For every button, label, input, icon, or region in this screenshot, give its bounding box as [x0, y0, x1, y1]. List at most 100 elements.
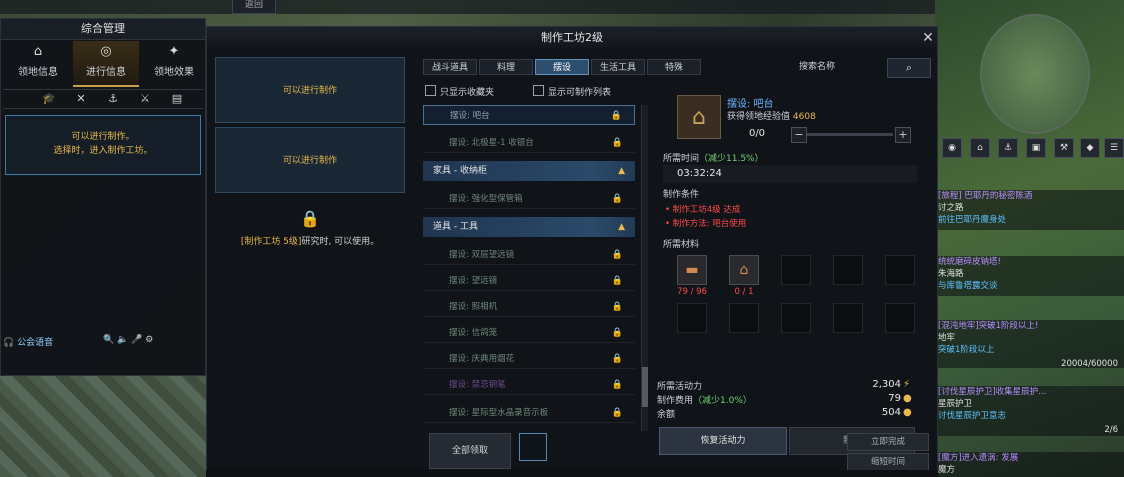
quest-entry[interactable]: [讨伐星辰护卫]收集星辰护... 星辰护卫 讨伐星辰护卫意志 2/6: [938, 386, 1124, 436]
material-bundle-icon[interactable]: ⌂: [729, 255, 759, 285]
minimap[interactable]: [980, 14, 1090, 134]
town-terrain: [0, 376, 210, 477]
material-slot: [885, 303, 915, 333]
tab-territory-info[interactable]: ⌂ 领地信息: [5, 41, 71, 85]
sparkle-icon: ✦: [168, 44, 180, 59]
quantity-value: 0/0: [748, 128, 766, 139]
material-slot: [833, 255, 863, 285]
quantity-slider[interactable]: [807, 133, 893, 136]
category-header-tools[interactable]: 道具 - 工具 ▲: [423, 217, 635, 237]
craft-slot-2[interactable]: 可以进行制作: [215, 127, 405, 193]
panel-title: 综合管理: [1, 19, 205, 40]
management-panel: 综合管理 ⌂ 领地信息 ◎ 进行信息 ✦ 领地效果 🎓 ✕ ⚓ ⚔ ▤ 可以进行…: [0, 18, 206, 376]
top-toolbar: 返回: [0, 0, 935, 14]
quest-entry[interactable]: 统统磨碎皮钠塔! 朱海路 与库鲁塔露交谈: [938, 256, 1124, 296]
tab-territory-effect[interactable]: ✦ 领地效果: [141, 41, 207, 85]
claim-slot[interactable]: [519, 433, 547, 461]
condition-workshop-level: 制作工坊4级 达成: [665, 203, 741, 215]
balance-label: 余额: [657, 410, 676, 420]
craft-slot-1[interactable]: 可以进行制作: [215, 57, 405, 123]
craftable-only-checkbox[interactable]: 显示可制作列表: [533, 85, 611, 99]
favorites-only-checkbox[interactable]: 只显示收藏夹: [425, 85, 494, 99]
instant-complete-button[interactable]: 立即完成: [847, 433, 929, 451]
lock-icon: 🔒: [611, 250, 623, 260]
graduation-cap-icon[interactable]: 🎓: [33, 90, 65, 108]
crafting-available-notice[interactable]: 可以进行制作。 选择时，进入制作工坊。: [5, 115, 201, 175]
anchor-icon[interactable]: ⚓: [97, 90, 129, 108]
tab-label: 领地信息: [18, 67, 58, 78]
scrollbar-thumb[interactable]: [642, 367, 648, 407]
quest-entry[interactable]: [混沌地牢]突破1阶段以上! 地牢 突破1阶段以上 20004/60000: [938, 320, 1124, 369]
checkbox-label: 显示可制作列表: [548, 88, 612, 98]
item-name: 摆设: 吧台: [727, 99, 774, 110]
territory-exp: 获得领地经验值 4608: [727, 112, 816, 122]
voice-controls-icon[interactable]: 🔍 🔈 🎤 ⚙: [103, 335, 153, 345]
ship-icon[interactable]: ⚓: [998, 138, 1018, 158]
list-item[interactable]: 摆设: 北极星-1 收银台 🔒: [423, 133, 635, 153]
tab-progress-info[interactable]: ◎ 进行信息: [73, 41, 139, 87]
lock-icon: 🔒: [611, 138, 623, 148]
sub-tab-bar: 🎓 ✕ ⚓ ⚔ ▤: [3, 89, 203, 109]
top-back-button[interactable]: 返回: [232, 0, 276, 14]
material-1-count: 79 / 96: [677, 287, 707, 297]
restore-activity-button[interactable]: 恢复活动力: [659, 427, 787, 455]
close-icon[interactable]: ✕: [919, 29, 937, 47]
tab-battle-items[interactable]: 战斗道具: [423, 59, 477, 75]
checkbox-label: 只显示收藏夹: [440, 88, 495, 98]
quest-entry[interactable]: [旅程] 巴耶丹的秘密陈酒 讨之路 前往巴耶丹魔身处: [938, 190, 1124, 230]
list-item[interactable]: 摆设: 双层望远镜 🔒: [423, 245, 635, 265]
gold-coin-icon: ●: [903, 393, 912, 404]
lock-icon: 🔒: [611, 408, 623, 418]
checkbox-box: [425, 85, 436, 96]
house-icon[interactable]: ⌂: [970, 138, 990, 158]
tab-cooking[interactable]: 料理: [479, 59, 533, 75]
recipe-list-scrollbar[interactable]: [641, 105, 648, 431]
book-icon[interactable]: ▤: [161, 90, 193, 108]
balance-value: 504: [881, 407, 901, 418]
diamond-icon[interactable]: ◆: [1080, 138, 1100, 158]
locked-slot-info: 🔒 [制作工坊 5级]研究时, 可以使用。: [215, 209, 405, 247]
lock-icon: 🔒: [611, 354, 623, 364]
list-item[interactable]: 摆设: 庆典用烟花 🔒: [423, 349, 635, 369]
camera-icon[interactable]: ▣: [1026, 138, 1046, 158]
material-slot: [833, 303, 863, 333]
tab-furnishing[interactable]: 摆设: [535, 59, 589, 75]
search-icon[interactable]: ⌕: [887, 58, 931, 78]
chevron-up-icon: ▲: [618, 166, 625, 176]
lock-icon: 🔒: [611, 194, 623, 204]
gold-coin-icon: ●: [903, 407, 912, 418]
menu-icon[interactable]: ☰: [1104, 138, 1124, 158]
quest-entry[interactable]: [魔方]进入遗涡: 发展 魔方: [938, 452, 1124, 477]
search-input[interactable]: 搜索名称: [747, 59, 887, 75]
quantity-plus-button[interactable]: +: [895, 127, 911, 143]
material-2-count: 0 / 1: [734, 287, 754, 297]
tab-special[interactable]: 特殊: [647, 59, 701, 75]
hammer-icon[interactable]: ⚒: [1054, 138, 1074, 158]
cost-label: 制作费用（减少1.0%）: [657, 396, 752, 406]
condition-recipe-usage: 制作方法: 吧台使用: [665, 217, 747, 229]
list-item[interactable]: 摆设: 信鸽笼 🔒: [423, 323, 635, 343]
quantity-minus-button[interactable]: −: [791, 127, 807, 143]
list-item[interactable]: 摆设: 强化型保管箱 🔒: [423, 189, 635, 209]
wood-log-icon[interactable]: ▬: [677, 255, 707, 285]
headset-icon: 🎧: [3, 338, 15, 348]
list-item[interactable]: 摆设: 星际型水晶录音示板 🔒: [423, 403, 635, 423]
tab-life-tools[interactable]: 生活工具: [591, 59, 645, 75]
required-time-value: 03:32:24: [663, 165, 917, 183]
notice-line-1: 可以进行制作。: [71, 132, 135, 142]
material-slot: [781, 255, 811, 285]
crossed-swords-icon[interactable]: ⚔: [129, 90, 161, 108]
list-item[interactable]: 摆设: 望远镜 🔒: [423, 271, 635, 291]
category-header-furniture[interactable]: 家具 - 收纳柜 ▲: [423, 161, 635, 181]
compass-icon[interactable]: ◉: [942, 138, 962, 158]
list-item[interactable]: 摆设: 照相机 🔒: [423, 297, 635, 317]
material-slot: [729, 303, 759, 333]
shorten-time-button[interactable]: 缩短时间: [847, 453, 929, 471]
tools-icon[interactable]: ✕: [65, 90, 97, 108]
list-item[interactable]: 摆设: 禁忌钢笔 🔒: [423, 375, 635, 395]
house-icon: ⌂: [33, 44, 43, 59]
claim-all-button[interactable]: 全部领取: [429, 433, 511, 469]
conditions-label: 制作条件: [663, 190, 700, 200]
tab-label: 进行信息: [86, 67, 126, 78]
list-item[interactable]: 摆设: 吧台 🔒: [423, 105, 635, 125]
